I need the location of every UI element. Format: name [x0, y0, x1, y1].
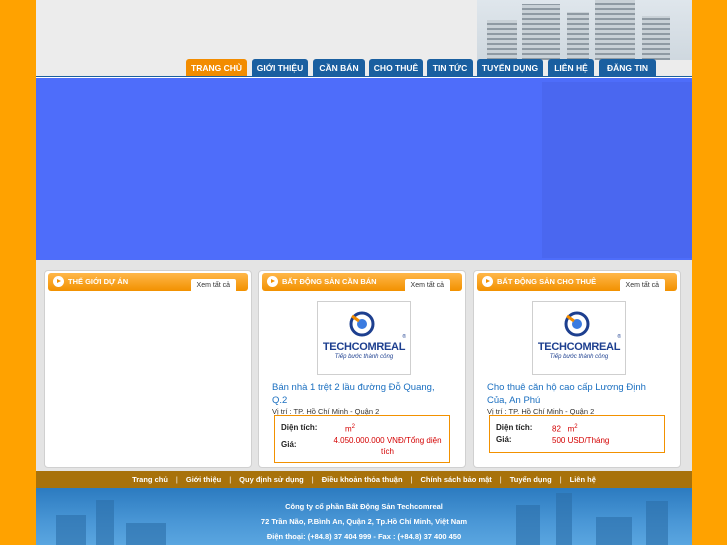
nav-lien-he[interactable]: LIÊN HỆ: [548, 59, 594, 77]
banner-side-panel: [542, 82, 692, 258]
nav-trang-chu[interactable]: TRANG CHỦ: [186, 59, 247, 77]
listing-title-link[interactable]: Bán nhà 1 trệt 2 lầu đường Đỗ Quang, Q.2: [272, 381, 447, 407]
banner: [36, 78, 692, 260]
listing-thumbnail[interactable]: TECHCOMREAL ® Tiếp bước thành công: [532, 301, 626, 375]
techcomreal-logo-icon: [564, 311, 590, 337]
company-contact: Điện thoại: (+84.8) 37 404 999 - Fax : (…: [266, 532, 462, 541]
separator: |: [229, 475, 232, 484]
nav-tuyen-dung[interactable]: TUYỂN DỤNG: [477, 59, 543, 77]
nav-divider: [36, 76, 692, 77]
registered-icon: ®: [617, 334, 621, 340]
header-buildings-image: [477, 0, 692, 60]
price-label: Giá:: [496, 435, 512, 444]
footer-nav: Trang chủ | Giới thiệu | Quy định sử dụng | Đi…: [36, 471, 692, 488]
footer-link-contact[interactable]: Liên hệ: [570, 475, 596, 484]
footer-link-careers[interactable]: Tuyển dụng: [510, 475, 552, 484]
listing-title-link[interactable]: Cho thuê căn hộ cao cấp Lương Định Của, …: [487, 381, 662, 407]
listing-details: Diện tích: 82 m2 Giá: 500 USD/Tháng: [489, 415, 665, 453]
header: TRANG CHỦ GIỚI THIỆU CẦN BÁN CHO THUÊ TI…: [36, 0, 692, 77]
logo-slogan: Tiếp bước thành công: [334, 354, 394, 360]
registered-icon: ®: [402, 334, 406, 340]
nav-gioi-thieu[interactable]: GIỚI THIỆU: [252, 59, 308, 77]
footer-link-terms-of-use[interactable]: Quy định sử dụng: [239, 475, 304, 484]
company-name: Công ty cổ phần Bất Động Sản Techcomreal: [285, 502, 443, 511]
area-label: Diện tích:: [281, 423, 318, 432]
box-header: BẤT ĐỘNG SẢN CẦN BÁN Xem tất cả: [262, 273, 462, 293]
nav-cho-thue[interactable]: CHO THUÊ: [369, 59, 423, 77]
area-label: Diện tích:: [496, 423, 533, 432]
box-for-sale: BẤT ĐỘNG SẢN CẦN BÁN Xem tất cả TECHCOMR…: [258, 270, 466, 468]
logo-text: TECHCOMREAL: [537, 341, 621, 353]
separator: |: [175, 475, 178, 484]
box-title: BẤT ĐỘNG SẢN CẦN BÁN: [282, 277, 377, 286]
footer-link-home[interactable]: Trang chủ: [132, 475, 168, 484]
page: TRANG CHỦ GIỚI THIỆU CẦN BÁN CHO THUÊ TI…: [36, 0, 692, 545]
footer: Công ty cổ phần Bất Động Sản Techcomreal…: [36, 488, 692, 545]
separator: |: [559, 475, 562, 484]
company-address: 72 Trần Não, P.Bình An, Quận 2, Tp.Hồ Ch…: [260, 517, 468, 526]
footer-link-agreement[interactable]: Điều khoản thỏa thuận: [322, 475, 403, 484]
separator: |: [311, 475, 314, 484]
content-area: THẾ GIỚI DỰ ÁN Xem tất cả BẤT ĐỘNG SẢN C…: [36, 260, 692, 471]
area-value: m2: [345, 424, 356, 434]
price-value: 500 USD/Tháng: [552, 436, 610, 445]
box-header: BẤT ĐỘNG SẢN CHO THUÊ Xem tất cả: [477, 273, 677, 293]
see-all-link[interactable]: Xem tất cả: [404, 279, 450, 293]
arrow-icon: [53, 276, 64, 287]
techcomreal-logo-icon: [349, 311, 375, 337]
see-all-link[interactable]: Xem tất cả: [619, 279, 665, 293]
nav-tin-tuc[interactable]: TIN TỨC: [427, 59, 473, 77]
nav-can-ban[interactable]: CẦN BÁN: [313, 59, 365, 77]
separator: |: [499, 475, 502, 484]
box-title: BẤT ĐỘNG SẢN CHO THUÊ: [497, 277, 597, 286]
box-title: THẾ GIỚI DỰ ÁN: [68, 277, 129, 286]
listing-thumbnail[interactable]: TECHCOMREAL ® Tiếp bước thành công: [317, 301, 411, 375]
logo-text: TECHCOMREAL: [322, 341, 406, 353]
box-projects: THẾ GIỚI DỰ ÁN Xem tất cả: [44, 270, 252, 468]
box-for-rent: BẤT ĐỘNG SẢN CHO THUÊ Xem tất cả TECHCOM…: [473, 270, 681, 468]
separator: |: [410, 475, 413, 484]
box-header: THẾ GIỚI DỰ ÁN Xem tất cả: [48, 273, 248, 293]
footer-link-about[interactable]: Giới thiệu: [186, 475, 221, 484]
listing-details: Diện tích: m2 Giá: 4.050.000.000 VNĐ/Tổn…: [274, 415, 450, 463]
price-label: Giá:: [281, 440, 297, 449]
arrow-icon: [267, 276, 278, 287]
nav-dang-tin[interactable]: ĐĂNG TIN: [599, 59, 656, 77]
area-value: 82 m2: [552, 424, 578, 434]
see-all-link[interactable]: Xem tất cả: [190, 279, 236, 293]
logo-slogan: Tiếp bước thành công: [549, 354, 609, 360]
price-value: 4.050.000.000 VNĐ/Tổng diện tích: [333, 436, 442, 456]
footer-link-privacy[interactable]: Chính sách bảo mật: [421, 475, 492, 484]
arrow-icon: [482, 276, 493, 287]
